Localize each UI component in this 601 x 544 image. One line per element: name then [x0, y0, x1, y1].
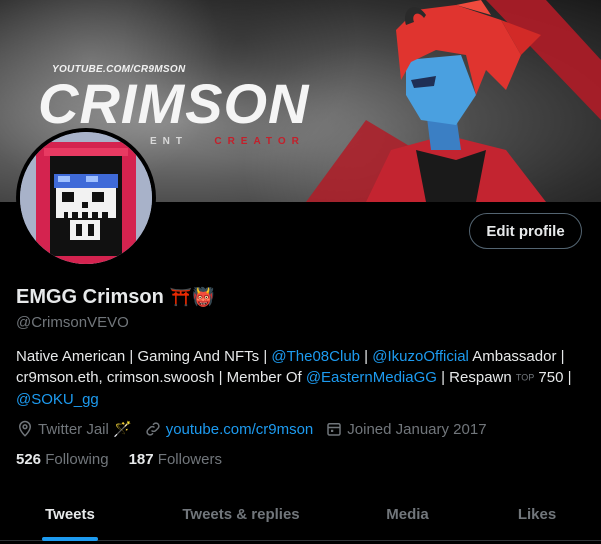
banner-subtitle-left: ENT [150, 136, 188, 147]
bio-text: | [360, 348, 373, 365]
website-item[interactable]: youtube.com/cr9mson [144, 420, 314, 438]
edit-profile-button[interactable]: Edit profile [469, 213, 582, 249]
bio-text: | Respawn [436, 369, 516, 386]
bio-mention-ikuzo[interactable]: @IkuzoOfficial [372, 348, 469, 365]
following-link[interactable]: 526 Following [16, 451, 109, 468]
display-name-row: EMGG Crimson ⛩️👹 [16, 286, 215, 309]
bio-mention-the08club[interactable]: @The08Club [271, 348, 360, 365]
profile-meta: Twitter Jail 🪄 youtube.com/cr9mson Joine… [16, 420, 499, 438]
location-pin-icon [18, 420, 32, 437]
banner-subtitle: ENT CREATOR [150, 136, 305, 147]
followers-link[interactable]: 187 Followers [129, 451, 222, 468]
following-label: Following [45, 451, 109, 468]
calendar-icon [327, 423, 342, 436]
joined-date: Joined January 2017 [347, 420, 487, 438]
username-handle: @CrimsonVEVO [16, 314, 129, 331]
bio-mention-easternmedia[interactable]: @EasternMediaGG [306, 369, 437, 386]
bio-text: 750 | [534, 369, 572, 386]
location-text: Twitter Jail 🪄 [38, 421, 132, 438]
profile-tabs: Tweets Tweets & replies Media Likes [0, 488, 601, 541]
followers-count: 187 [128, 451, 154, 468]
display-name: EMGG Crimson [16, 286, 164, 308]
top-badge-icon: TOP [515, 372, 535, 383]
demon-character-illustration [306, 0, 601, 202]
link-icon [146, 422, 160, 436]
avatar-frame[interactable] [16, 128, 156, 268]
followers-label: Followers [157, 451, 222, 468]
follow-stats: 526 Following 187 Followers [16, 451, 222, 468]
tab-tweets-replies[interactable]: Tweets & replies [140, 488, 342, 541]
location-item: Twitter Jail 🪄 [16, 420, 132, 438]
banner-subtitle-right: CREATOR [214, 136, 305, 147]
banner-title: CRIMSON [38, 72, 310, 135]
tab-likes[interactable]: Likes [473, 488, 601, 541]
avatar[interactable] [20, 132, 152, 264]
profile-bio: Native American | Gaming And NFTs | @The… [16, 346, 591, 410]
pixel-skull-avatar-icon [20, 132, 152, 264]
joined-item: Joined January 2017 [325, 420, 487, 438]
bio-mention-soku[interactable]: @SOKU_gg [16, 391, 99, 408]
tab-tweets[interactable]: Tweets [0, 488, 140, 541]
display-name-emojis: ⛩️👹 [169, 287, 215, 307]
tab-media[interactable]: Media [342, 488, 473, 541]
website-link[interactable]: youtube.com/cr9mson [166, 421, 314, 438]
bio-text: Native American | Gaming And NFTs | [16, 348, 272, 365]
following-count: 526 [16, 451, 42, 468]
